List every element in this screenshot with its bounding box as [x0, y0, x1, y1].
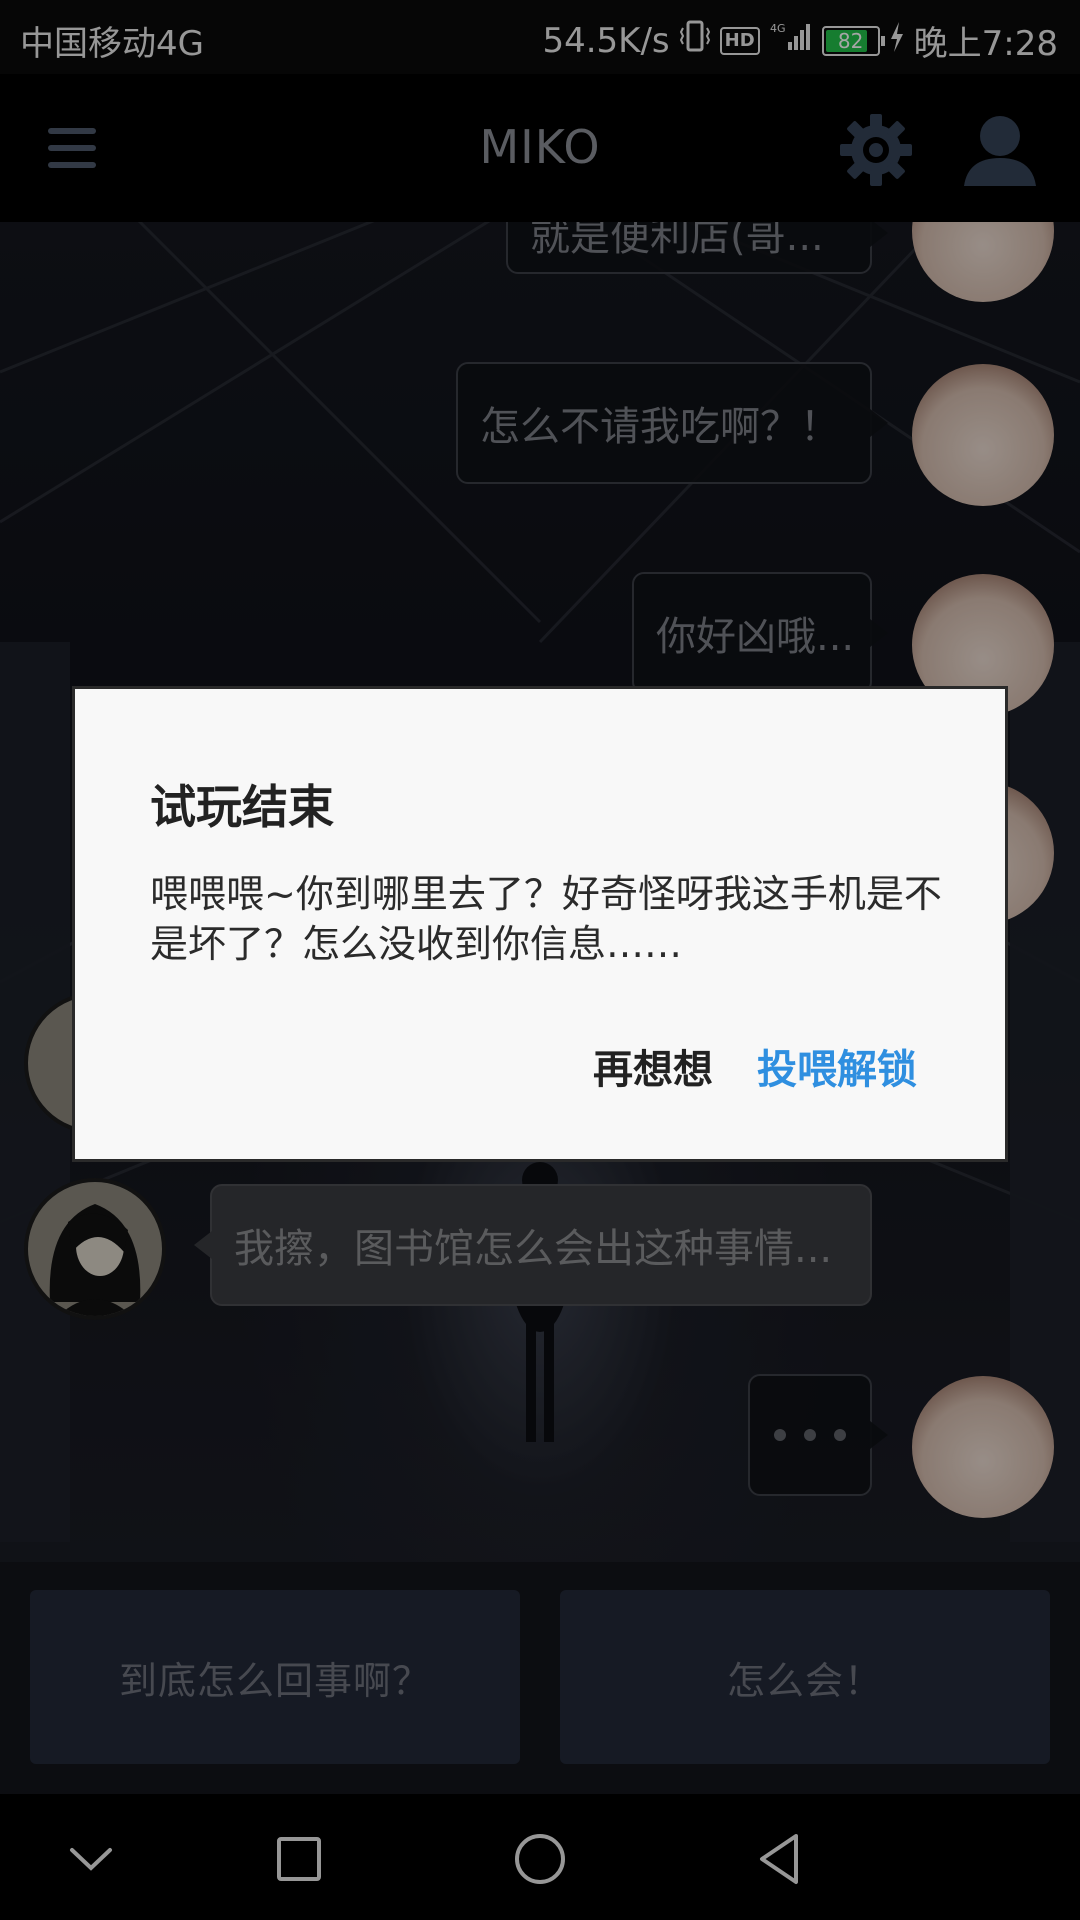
dialog-title: 试玩结束 — [150, 780, 334, 834]
trial-end-dialog: 试玩结束 喂喂喂~你到哪里去了？好奇怪呀我这手机是不是坏了？怎么没收到你信息……… — [72, 686, 1008, 1162]
dialog-message: 喂喂喂~你到哪里去了？好奇怪呀我这手机是不是坏了？怎么没收到你信息…… — [150, 872, 942, 966]
unlock-button[interactable]: 投喂解锁 — [757, 1037, 917, 1095]
cancel-button[interactable]: 再想想 — [593, 1037, 713, 1095]
